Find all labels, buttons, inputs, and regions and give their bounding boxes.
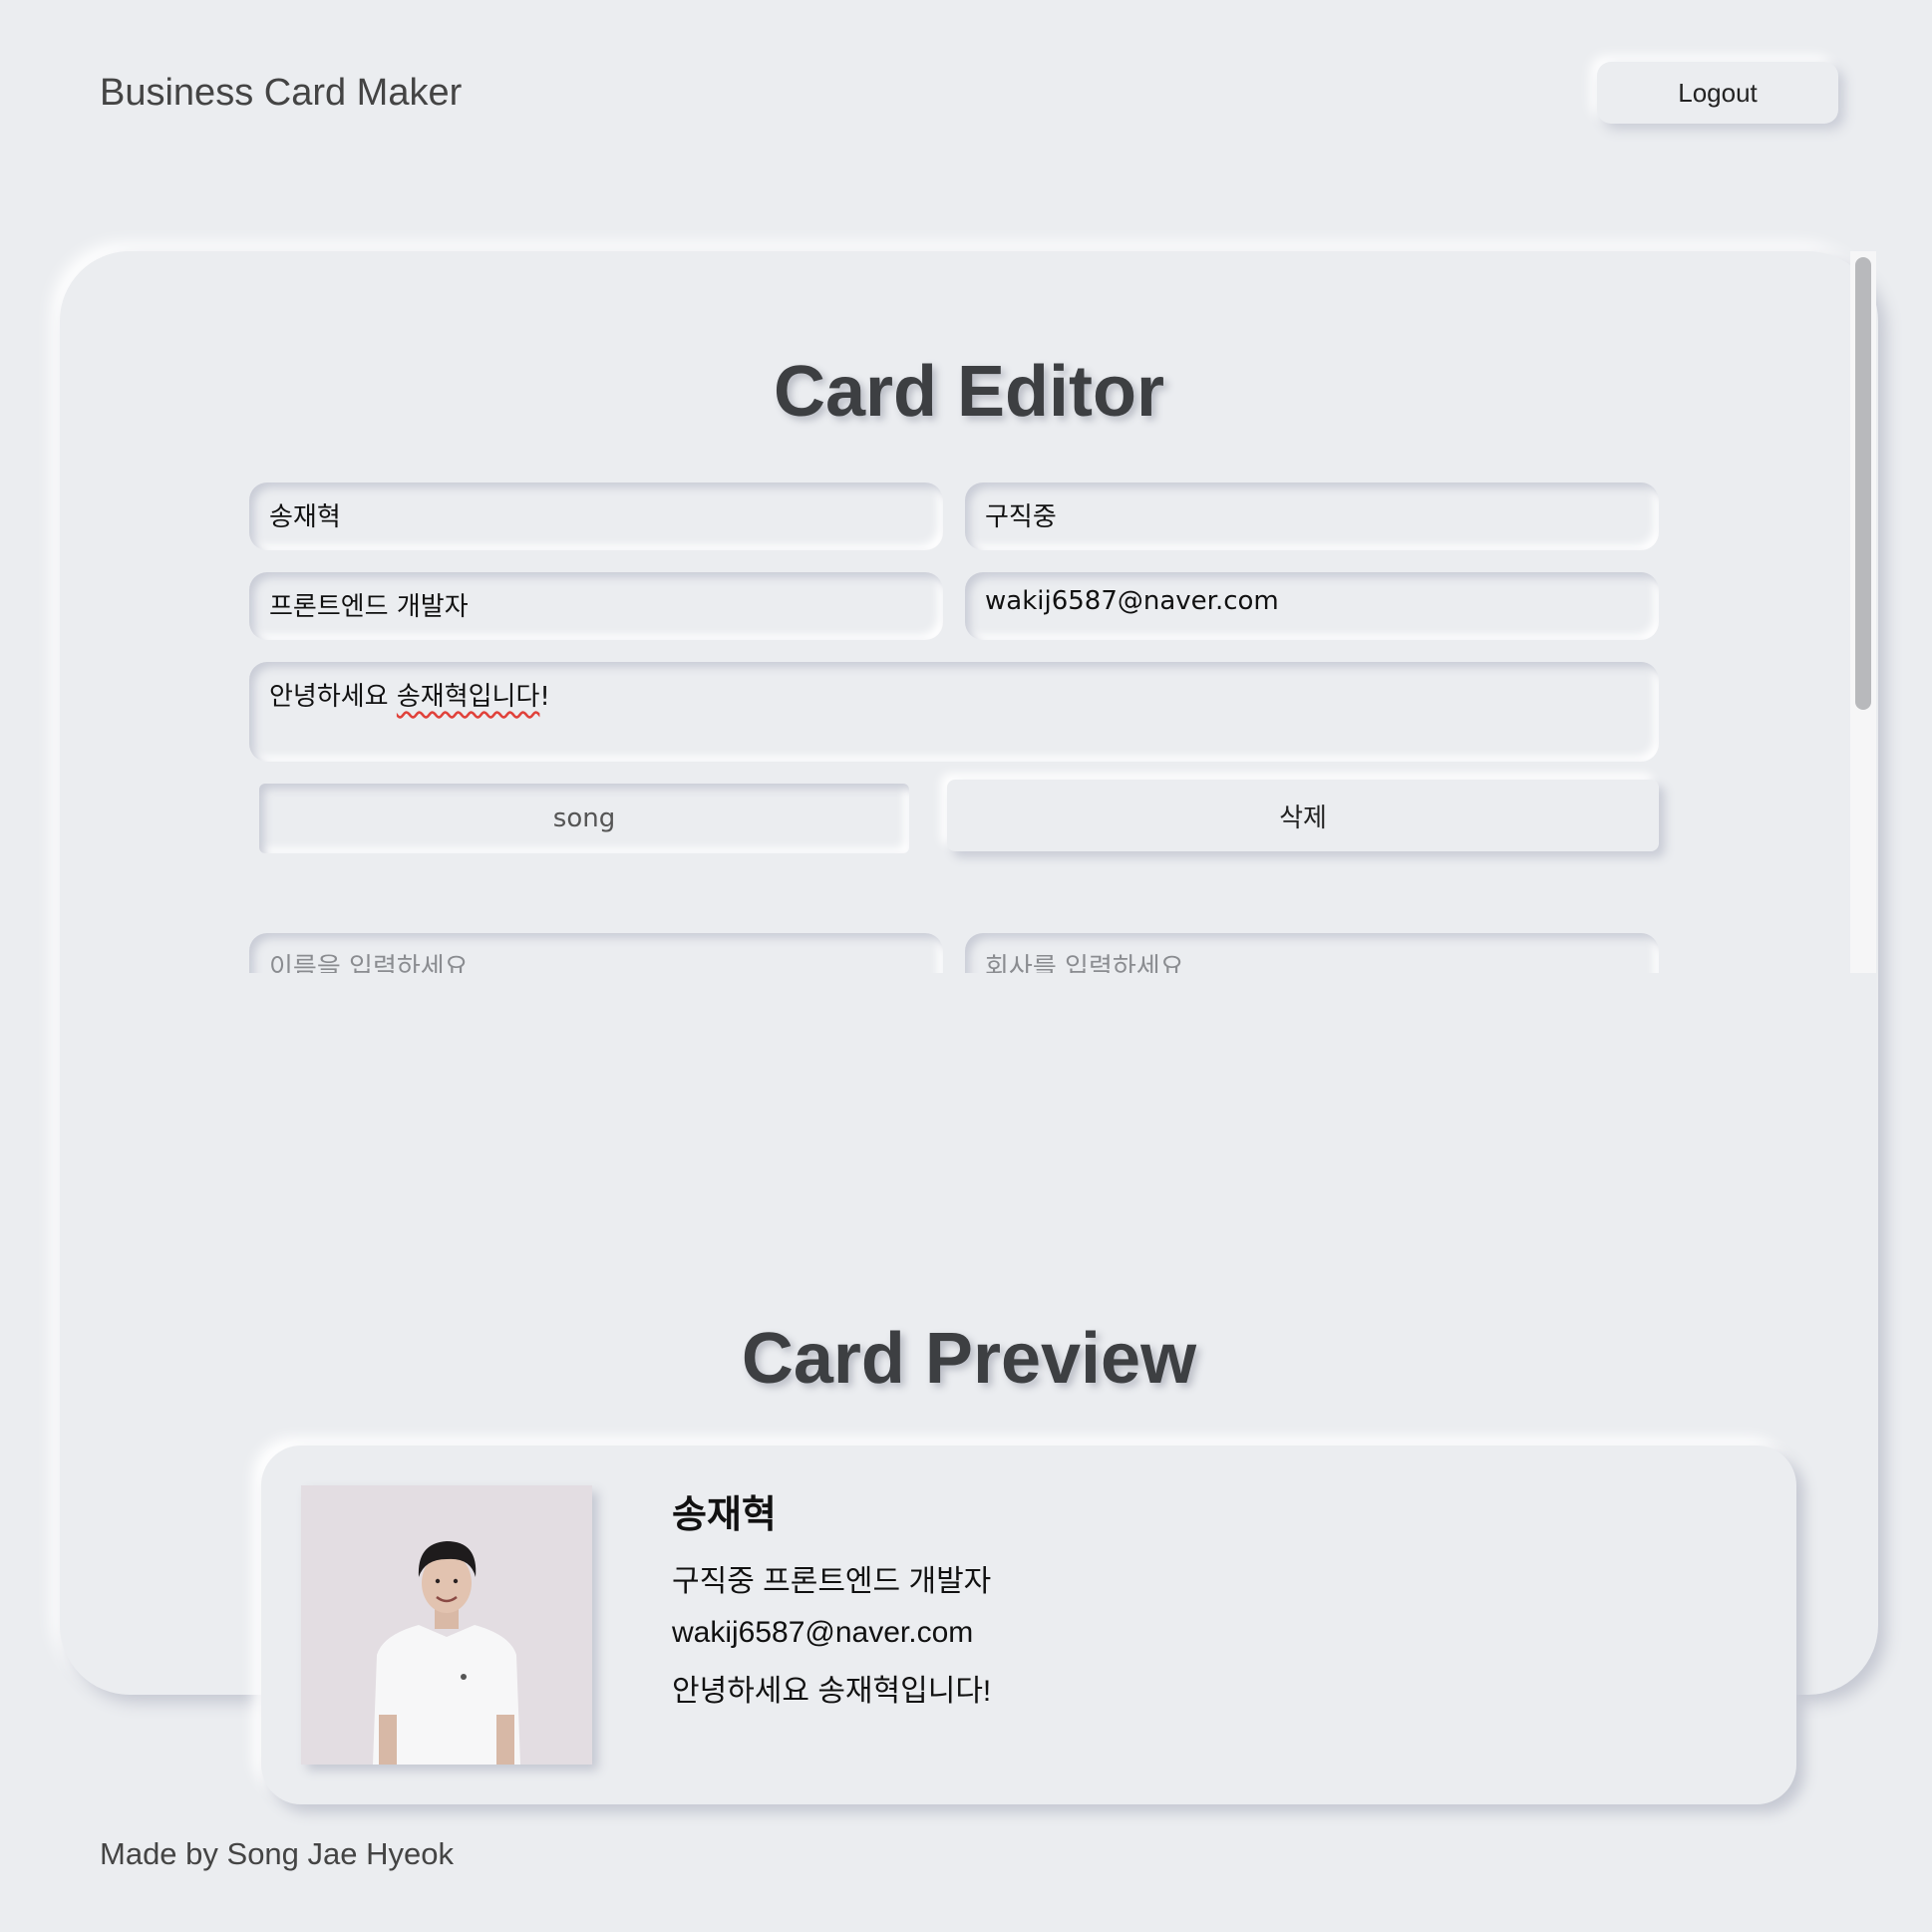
card-name: 송재혁 bbox=[672, 1492, 777, 1536]
email-field[interactable]: wakij6587@naver.com bbox=[965, 572, 1659, 640]
card-editor-scroll-area[interactable]: Card Editor 송재혁 구직중 프론트엔드 개발자 wakij6587@… bbox=[60, 251, 1878, 973]
card-company-title: 구직중 프론트엔드 개발자 bbox=[672, 1565, 992, 1598]
new-company-field[interactable]: 회사를 입력하세요 bbox=[965, 933, 1659, 973]
logout-button[interactable]: Logout bbox=[1597, 62, 1838, 124]
new-name-field[interactable]: 이름을 입력하세요 bbox=[249, 933, 943, 973]
profile-photo bbox=[301, 1485, 592, 1765]
file-upload-button[interactable]: song bbox=[259, 784, 909, 853]
editor-scrollbar-thumb[interactable] bbox=[1855, 257, 1871, 710]
message-text: 안녕하세요 bbox=[269, 682, 397, 712]
footer-credit: Made by Song Jae Hyeok bbox=[100, 1836, 454, 1871]
company-field[interactable]: 구직중 bbox=[965, 483, 1659, 550]
card-preview-title: Card Preview bbox=[741, 1319, 1197, 1399]
avatar bbox=[301, 1485, 592, 1765]
card-preview: 송재혁 구직중 프론트엔드 개발자 wakij6587@naver.com 안녕… bbox=[261, 1446, 1796, 1804]
app-title: Business Card Maker bbox=[100, 72, 463, 114]
card-info: 송재혁 구직중 프론트엔드 개발자 wakij6587@naver.com 안녕… bbox=[672, 1483, 991, 1726]
card-email: wakij6587@naver.com bbox=[672, 1616, 974, 1649]
message-field[interactable]: 안녕하세요 송재혁입니다! bbox=[249, 662, 1659, 762]
name-field[interactable]: 송재혁 bbox=[249, 483, 943, 550]
spellcheck-word: 송재혁입니다 bbox=[396, 682, 540, 712]
title-field[interactable]: 프론트엔드 개발자 bbox=[249, 572, 943, 640]
delete-button[interactable]: 삭제 bbox=[947, 780, 1659, 851]
card-message: 안녕하세요 송재혁입니다! bbox=[672, 1675, 992, 1708]
message-punct: ! bbox=[539, 682, 550, 712]
card-editor-title: Card Editor bbox=[773, 352, 1165, 432]
